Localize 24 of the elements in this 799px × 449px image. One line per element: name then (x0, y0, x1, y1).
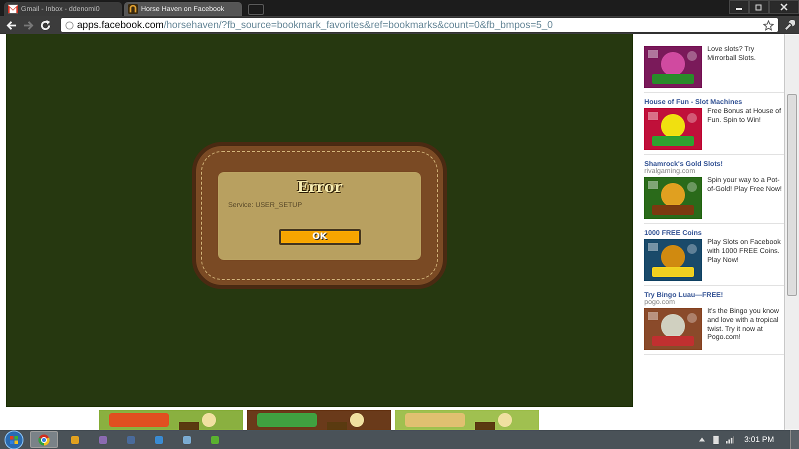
start-button[interactable] (4, 430, 24, 449)
forward-icon[interactable] (23, 20, 34, 30)
taskbar-clock[interactable]: 3:01 PM (740, 435, 784, 444)
restore-icon (755, 3, 763, 11)
close-icon (780, 3, 788, 11)
taskbar-app-icon[interactable] (30, 431, 58, 448)
envelope-icon (8, 4, 18, 14)
restore-button[interactable] (749, 0, 769, 14)
wrench-icon[interactable] (784, 20, 795, 30)
star-icon[interactable] (763, 20, 774, 30)
address-field[interactable]: apps.facebook.com/horsehaven/?fb_source=bookmark_favorites&ref=bookmarks&count=0&fb_bmpos=5_0 (61, 18, 778, 32)
dialog-title: Error (297, 178, 342, 196)
scrollbar[interactable] (784, 34, 799, 430)
reload-icon[interactable] (40, 20, 51, 30)
horseshoe-icon (128, 4, 138, 14)
battery-icon[interactable] (712, 435, 720, 444)
globe-icon (65, 20, 74, 30)
new-tab-button[interactable] (248, 4, 264, 15)
minimize-button[interactable] (729, 0, 749, 14)
signal-icon[interactable] (726, 435, 734, 444)
close-button[interactable] (769, 0, 799, 14)
url-text: apps.facebook.com/horsehaven/?fb_source=bookmark_favorites&ref=bookmarks&count=0&fb_bmpos=5_0 (77, 20, 553, 30)
show-hidden-icons-icon[interactable] (698, 435, 706, 444)
back-icon[interactable] (6, 20, 17, 30)
